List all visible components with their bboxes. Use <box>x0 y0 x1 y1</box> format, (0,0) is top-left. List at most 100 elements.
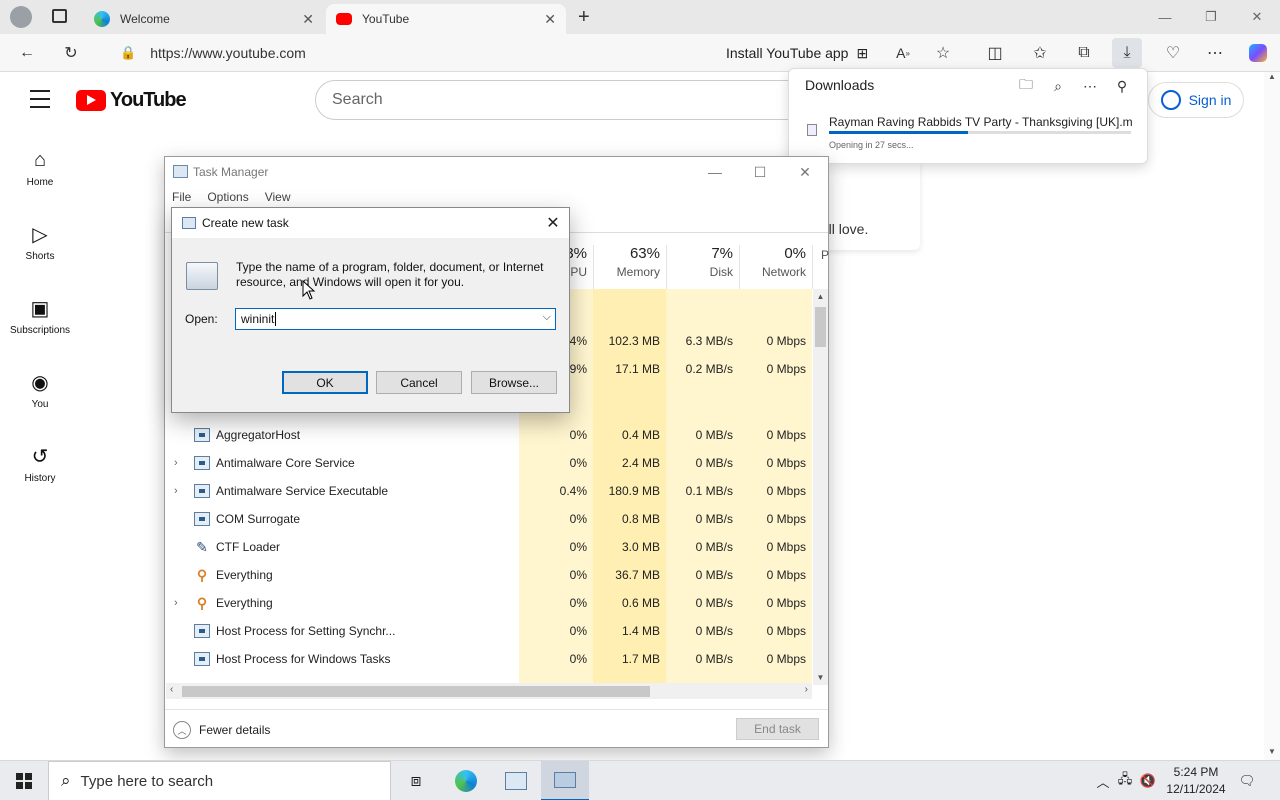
nav-history[interactable]: ↺ History <box>0 443 80 485</box>
copilot-icon[interactable] <box>1243 38 1273 68</box>
network-icon[interactable]: 🖧 <box>1115 761 1135 800</box>
tab-youtube[interactable]: YouTube ✕ <box>326 4 566 34</box>
downloads-icon[interactable]: ⤓ <box>1112 38 1142 68</box>
close-icon[interactable]: ✕ <box>537 208 569 238</box>
table-row[interactable]: COM Surrogate 0% 0.8 MB 0 MB/s 0 Mbps <box>166 505 812 533</box>
favorites-icon[interactable]: ✩ <box>1025 38 1055 68</box>
sign-in-button[interactable]: Sign in <box>1148 82 1244 118</box>
nav-you[interactable]: ◉ You <box>0 369 80 411</box>
column-pct: 0% <box>784 245 806 262</box>
cell-cpu: 0% <box>569 512 587 526</box>
column-label: Disk <box>709 265 733 279</box>
chevron-down-icon[interactable]: ⌵ <box>543 311 551 324</box>
table-row[interactable]: › Antimalware Core Service 0% 2.4 MB 0 MB/s 0… <box>166 449 812 477</box>
notifications-icon[interactable]: 🗨 <box>1236 761 1258 800</box>
file-icon <box>807 124 817 136</box>
nav-subscriptions[interactable]: ▣ Subscriptions <box>0 295 80 337</box>
menu-options[interactable]: Options <box>207 190 248 204</box>
column-memory[interactable]: 63% Memory <box>593 245 666 289</box>
nav-shorts[interactable]: ▷ Shorts <box>0 221 80 263</box>
more-options-icon[interactable]: ⋯ <box>1200 38 1230 68</box>
table-row[interactable]: AggregatorHost 0% 0.4 MB 0 MB/s 0 Mbps <box>166 421 812 449</box>
scroll-right-icon[interactable]: › <box>805 684 808 695</box>
lock-icon: 🔒 <box>120 45 137 60</box>
open-combobox[interactable]: wininit ⌵ <box>235 308 556 330</box>
vertical-scroll-thumb[interactable] <box>815 307 826 347</box>
scroll-down-icon[interactable]: ▼ <box>813 673 828 682</box>
hamburger-menu-icon[interactable] <box>30 90 50 108</box>
windows-start-icon[interactable] <box>0 761 48 800</box>
minimize-icon[interactable]: — <box>1142 0 1188 34</box>
browser-essentials-icon[interactable]: ♡ <box>1158 38 1188 68</box>
edge-taskbar-icon[interactable] <box>442 761 490 800</box>
task-manager-taskbar-icon[interactable] <box>492 761 540 800</box>
cell-disk: 0 MB/s <box>695 512 733 526</box>
end-task-button[interactable]: End task <box>736 718 819 740</box>
profile-avatar-icon[interactable] <box>10 6 32 28</box>
horizontal-scroll-thumb[interactable] <box>182 686 650 697</box>
close-tab-icon[interactable]: ✕ <box>544 11 556 28</box>
read-aloud-icon[interactable]: A» <box>888 38 918 68</box>
process-icon <box>194 652 210 666</box>
sign-in-label: Sign in <box>1188 92 1232 108</box>
search-downloads-icon[interactable]: ⌕ <box>1045 75 1071 97</box>
table-row[interactable]: ✎ CTF Loader 0% 3.0 MB 0 MB/s 0 Mbps <box>166 533 812 561</box>
back-icon[interactable]: ← <box>12 38 42 68</box>
menu-file[interactable]: File <box>172 190 191 204</box>
scroll-left-icon[interactable]: ‹ <box>170 684 173 695</box>
scroll-up-icon[interactable]: ▲ <box>1264 72 1280 81</box>
expand-chevron-icon[interactable]: › <box>174 589 178 617</box>
taskbar-search-placeholder: Type here to search <box>80 772 214 790</box>
split-screen-icon[interactable]: ◫ <box>980 38 1010 68</box>
expand-chevron-icon[interactable]: › <box>174 477 178 505</box>
volume-muted-icon[interactable]: 🔇 <box>1138 761 1158 800</box>
open-folder-icon[interactable]: 🗀 <box>1013 75 1039 97</box>
favorite-star-icon[interactable]: ☆ <box>928 38 958 68</box>
restore-icon[interactable]: ❐ <box>1188 0 1234 34</box>
table-row[interactable]: › Antimalware Service Executable 0.4% 180.9… <box>166 477 812 505</box>
more-options-icon[interactable]: ⋯ <box>1077 75 1103 97</box>
task-view-icon[interactable]: ⧈ <box>392 761 440 800</box>
show-hidden-icons[interactable]: ︿ <box>1094 761 1112 800</box>
fewer-details-button[interactable]: ︿ Fewer details <box>173 720 270 740</box>
column-power[interactable]: P <box>812 245 829 289</box>
table-row[interactable]: ⚲ Everything 0% 36.7 MB 0 MB/s 0 Mbps <box>166 561 812 589</box>
download-status: Opening in 27 secs... <box>829 140 914 150</box>
browse-button[interactable]: Browse... <box>471 371 557 394</box>
page-scrollbar[interactable]: ▲ ▼ <box>1264 72 1280 760</box>
close-icon[interactable]: ✕ <box>782 157 828 187</box>
tab-actions-icon[interactable] <box>52 9 67 23</box>
vertical-scrollbar[interactable]: ▲ ▼ <box>813 289 828 685</box>
scroll-down-icon[interactable]: ▼ <box>1264 747 1280 756</box>
menu-view[interactable]: View <box>265 190 291 204</box>
new-tab-icon[interactable]: + <box>578 6 598 28</box>
minimize-icon[interactable]: — <box>692 157 738 187</box>
maximize-icon[interactable]: ☐ <box>737 157 783 187</box>
column-network[interactable]: 0% Network <box>739 245 812 289</box>
column-disk[interactable]: 7% Disk <box>666 245 739 289</box>
run-dialog-taskbar-icon[interactable] <box>541 761 589 800</box>
taskbar-search-input[interactable]: ⌕ Type here to search <box>48 761 391 800</box>
table-row[interactable]: Host Process for Windows Tasks 0% 1.7 MB 0 … <box>166 645 812 673</box>
pin-icon[interactable]: ⚲ <box>1109 75 1135 97</box>
table-row[interactable]: Host Process for Setting Synchr... 0% 1.4 … <box>166 617 812 645</box>
process-name: Everything <box>216 568 273 582</box>
scroll-up-icon[interactable]: ▲ <box>813 292 828 301</box>
download-item-name[interactable]: Rayman Raving Rabbids TV Party - Thanksg… <box>829 115 1133 129</box>
cancel-button[interactable]: Cancel <box>376 371 462 394</box>
install-app-button[interactable]: Install YouTube app ⊞ <box>726 38 868 68</box>
youtube-logo[interactable]: YouTube <box>76 88 187 112</box>
nav-home[interactable]: ⌂ Home <box>0 147 80 189</box>
tab-welcome[interactable]: Welcome ✕ <box>84 4 324 34</box>
collections-icon[interactable]: ⧉ <box>1069 38 1099 68</box>
expand-chevron-icon[interactable]: › <box>174 449 178 477</box>
close-tab-icon[interactable]: ✕ <box>302 11 314 28</box>
youtube-search-input[interactable]: Search <box>315 80 835 120</box>
ok-button[interactable]: OK <box>282 371 368 394</box>
table-row[interactable]: › ⚲ Everything 0% 0.6 MB 0 MB/s 0 Mbps <box>166 589 812 617</box>
close-window-icon[interactable]: ✕ <box>1234 0 1280 34</box>
refresh-icon[interactable]: ↻ <box>56 38 86 68</box>
clock[interactable]: 5:24 PM 12/11/2024 <box>1160 764 1232 798</box>
cell-cpu: 0.4% <box>559 484 587 498</box>
nav-label: You <box>31 399 49 410</box>
